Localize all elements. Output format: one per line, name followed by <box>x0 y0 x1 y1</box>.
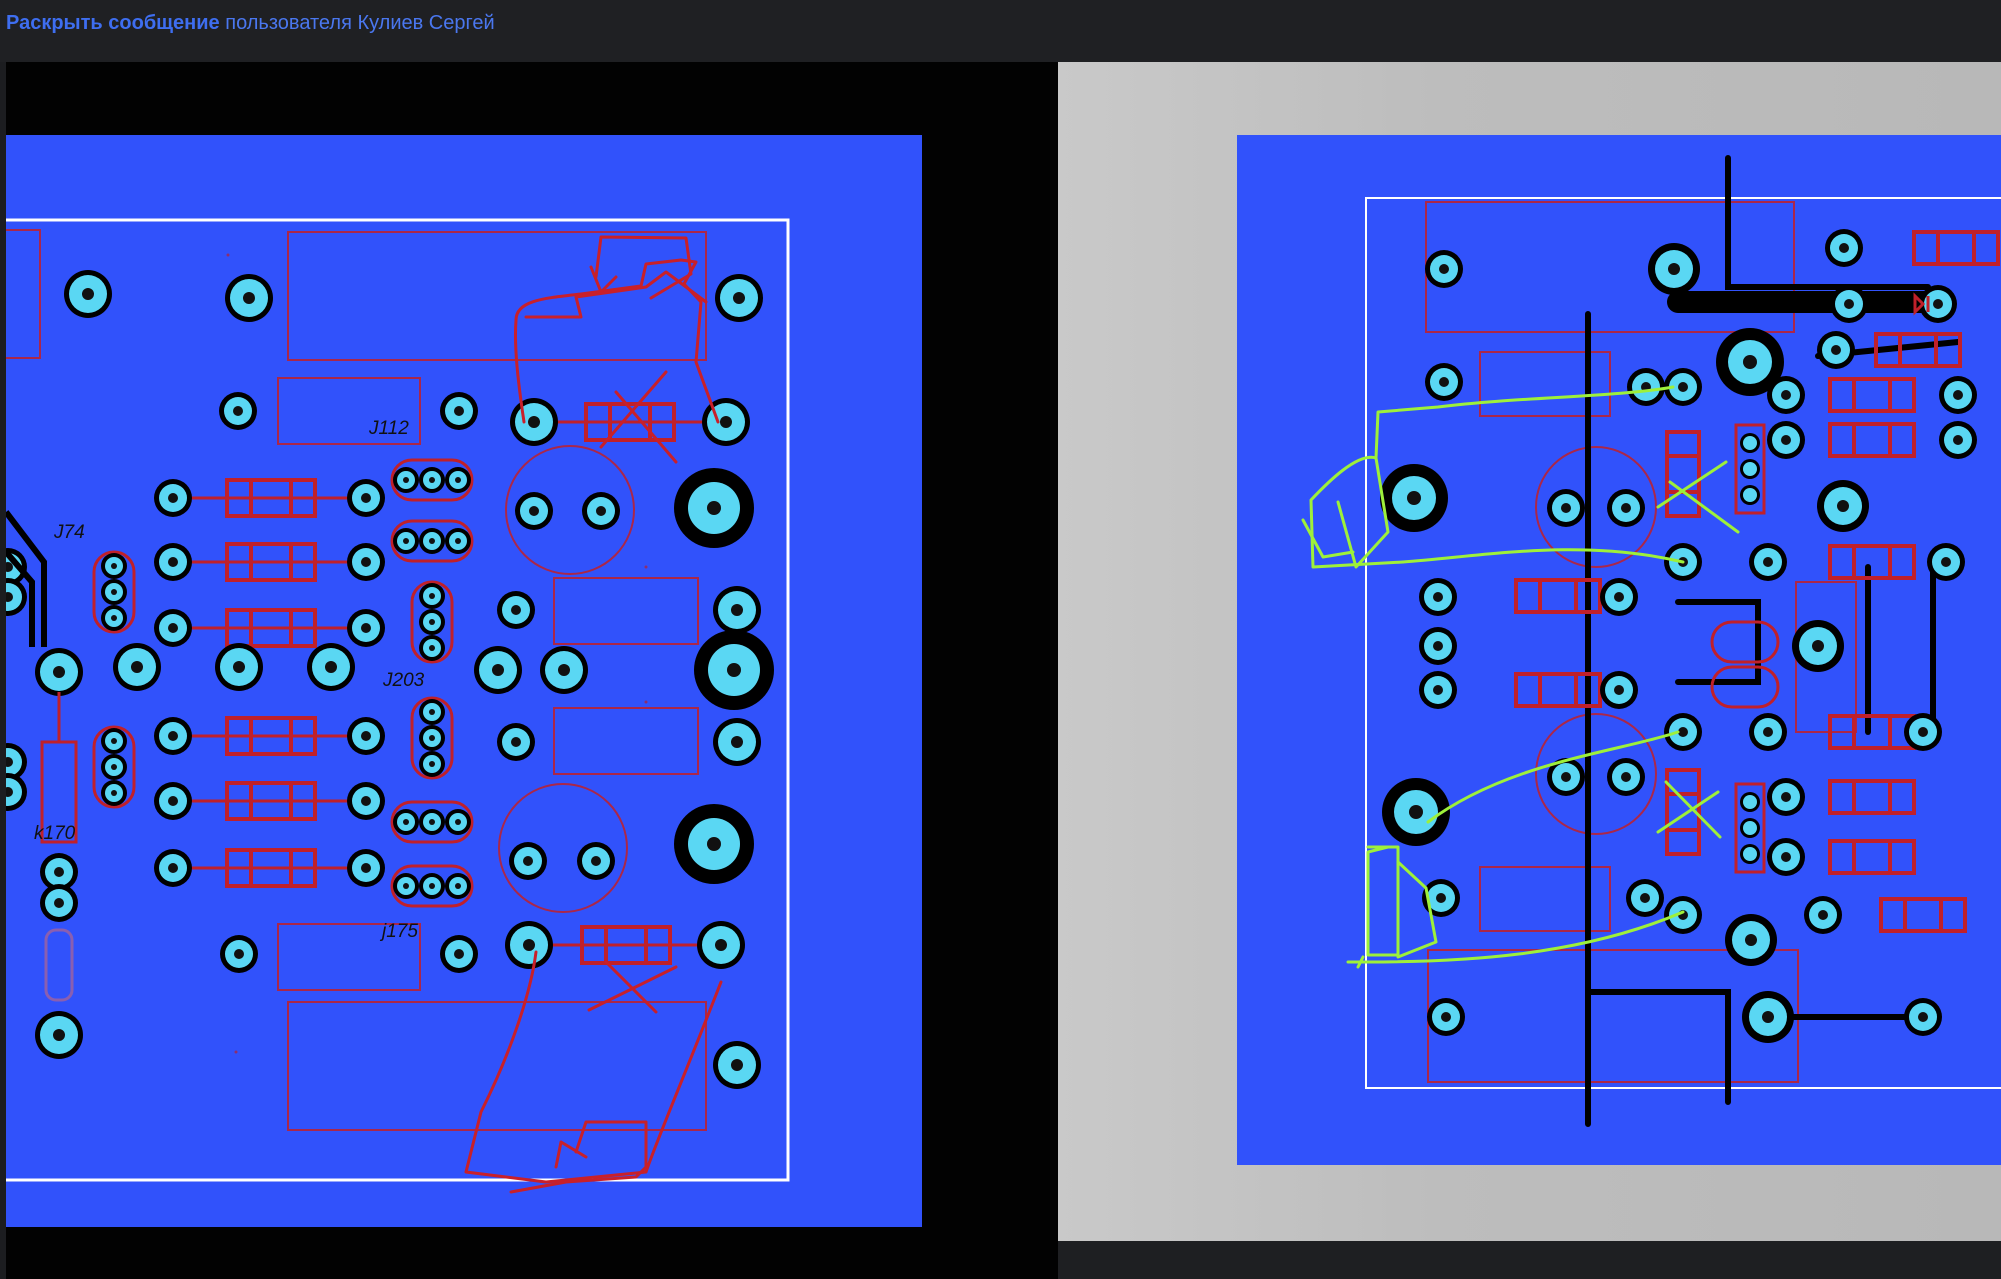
label-k170: k170 <box>34 823 76 844</box>
label-j203: J203 <box>382 670 425 691</box>
attached-image-left[interactable]: J112 J74 J203 k170 j175 <box>6 62 1058 1279</box>
attached-image-right[interactable] <box>1058 62 2001 1241</box>
post-header-bar: Раскрыть сообщение пользователя Кулиев С… <box>0 0 2001 62</box>
label-j74: J74 <box>53 522 85 543</box>
label-j175: j175 <box>379 921 418 942</box>
label-j112: J112 <box>368 418 409 439</box>
pcb-layout-right <box>1237 135 2001 1165</box>
image-bottom-strip <box>1058 1241 2001 1279</box>
pcb-layout-left: J112 J74 J203 k170 j175 <box>6 135 922 1227</box>
reveal-message-link[interactable]: Раскрыть сообщение <box>6 12 220 34</box>
reveal-message-author[interactable]: пользователя Кулиев Сергей <box>220 12 494 34</box>
reveal-message-line[interactable]: Раскрыть сообщение пользователя Кулиев С… <box>6 10 495 36</box>
